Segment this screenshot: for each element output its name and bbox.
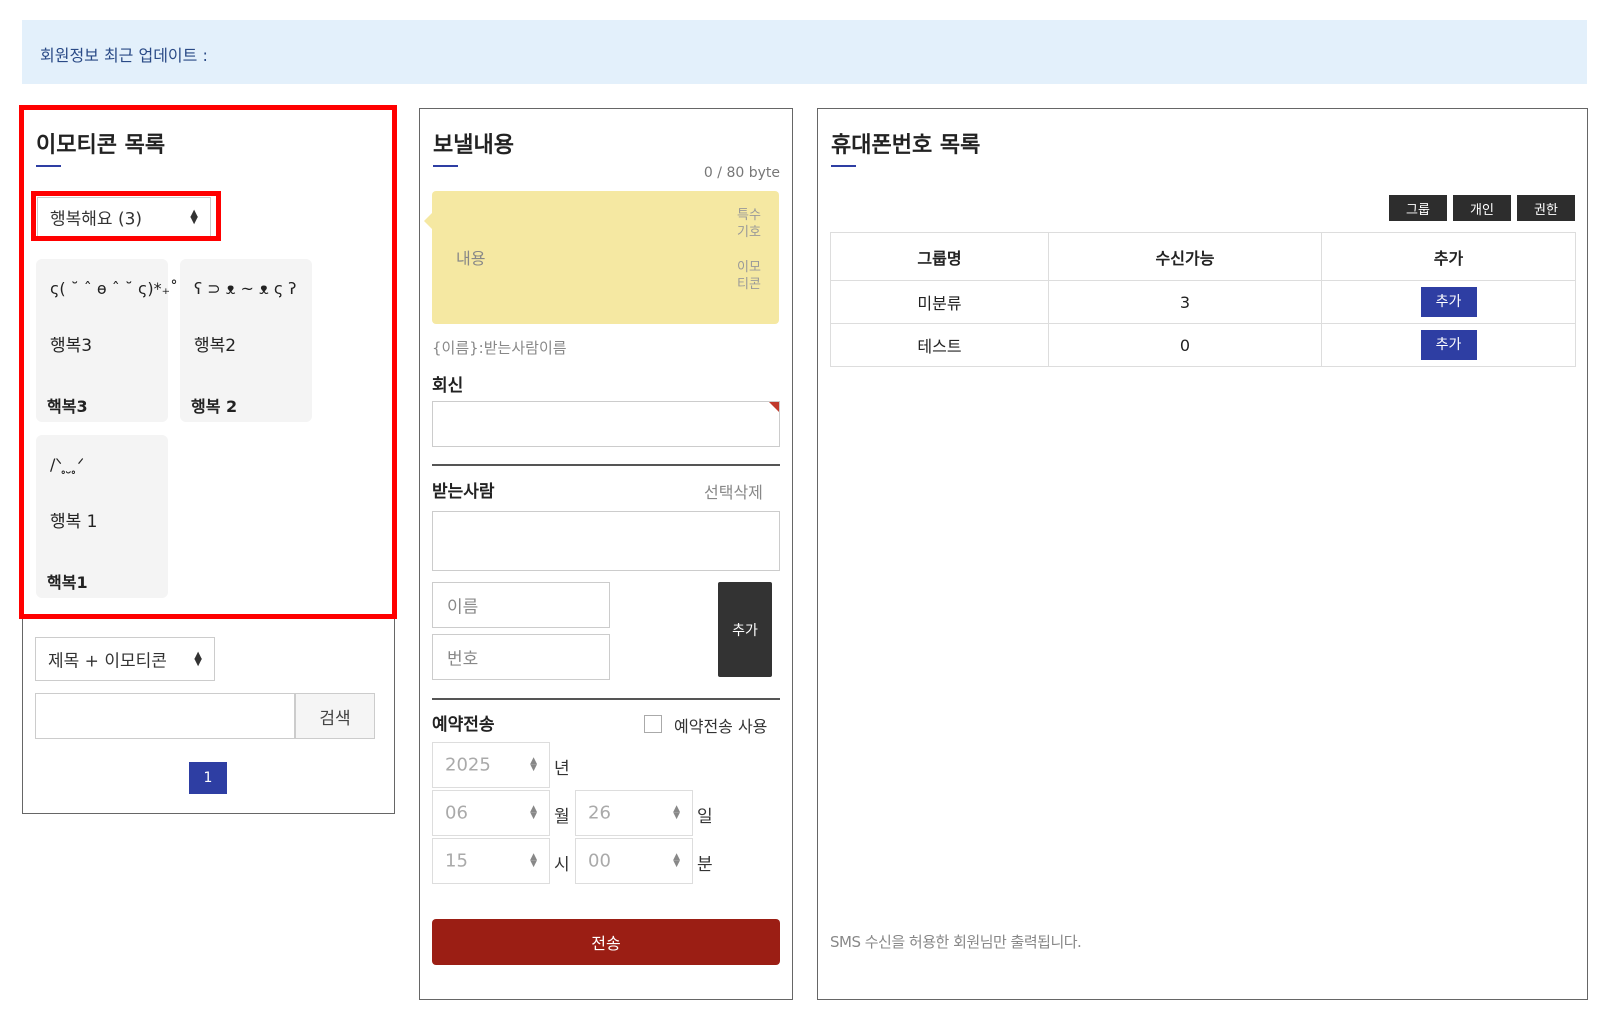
year-value: 2025	[445, 754, 491, 776]
category-select-value: 행복해요 (3)	[50, 209, 143, 230]
emoticon-link[interactable]: 이모 티콘	[735, 259, 763, 293]
required-marker	[769, 402, 779, 412]
month-select[interactable]: 06 ▲ ▼	[432, 790, 550, 836]
emoticon-card[interactable]: /ᐠ ̥ ̮ ̥ᐟ 행복 1 핵복1	[36, 435, 168, 598]
tab-group[interactable]: 그룹	[1389, 195, 1447, 221]
hour-value: 15	[445, 850, 468, 872]
count-cell: 3	[1048, 280, 1322, 324]
column-header: 수신가능	[1048, 232, 1322, 281]
section-divider	[432, 698, 780, 700]
reply-label: 회신	[432, 376, 464, 396]
select-arrows-icon: ▲ ▼	[530, 756, 537, 773]
add-group-button[interactable]: 추가	[1420, 330, 1477, 360]
emoticon-face: /ᐠ ̥ ̮ ̥ᐟ	[50, 455, 85, 474]
year-select[interactable]: 2025 ▲ ▼	[432, 742, 550, 788]
recipient-name-input[interactable]: 이름	[432, 582, 610, 628]
month-unit: 월	[554, 807, 570, 827]
emoticon-panel-title: 이모티콘 목록	[36, 133, 166, 158]
select-arrows-icon: ▲ ▼	[530, 804, 537, 821]
emoticon-name: 행복2	[194, 336, 237, 356]
phone-panel-title: 휴대폰번호 목록	[831, 133, 981, 158]
recipient-number-input[interactable]: 번호	[432, 634, 610, 680]
action-cell: 추가	[1321, 323, 1576, 367]
send-panel: 보낼내용 0 / 80 byte 내용 특수 기호 이모 티콘 {이름}:받는사…	[419, 108, 793, 1000]
emoticon-name: 행복3	[50, 336, 93, 356]
emoticon-face: ς( ˘ ˆ ɵ ˆ ˘ ς)*₊˚	[50, 279, 179, 298]
emoticon-card[interactable]: ʕ ⊃ ᴥ ~ ᴥ ς ʔ 행복2 행복 2	[180, 259, 312, 422]
day-value: 26	[588, 802, 611, 824]
notice-bar: 회원정보 최근 업데이트 :	[22, 20, 1587, 84]
search-input[interactable]	[35, 693, 295, 739]
recipient-name-placeholder: 이름	[447, 597, 479, 618]
tab-permission[interactable]: 권한	[1517, 195, 1575, 221]
emoticon-title: 핵복1	[47, 573, 88, 592]
title-underline	[433, 165, 458, 167]
add-group-button[interactable]: 추가	[1420, 287, 1477, 317]
special-chars-link[interactable]: 특수 기호	[735, 207, 763, 241]
reserve-label: 예약전송	[432, 715, 495, 735]
column-header: 추가	[1321, 232, 1576, 281]
emoticon-title: 핵복3	[47, 397, 88, 416]
count-cell: 0	[1048, 323, 1322, 367]
group-name-cell: 미분류	[830, 280, 1049, 324]
hour-select[interactable]: 15 ▲ ▼	[432, 838, 550, 884]
message-textarea[interactable]: 내용 특수 기호 이모 티콘	[424, 191, 779, 324]
page-number-button[interactable]: 1	[189, 762, 227, 794]
select-arrows-icon: ▲ ▼	[530, 852, 537, 869]
emoticon-card[interactable]: ς( ˘ ˆ ɵ ˆ ˘ ς)*₊˚ 행복3 핵복3	[36, 259, 178, 422]
select-arrows-icon: ▲ ▼	[194, 650, 202, 668]
search-mode-select[interactable]: 제목 + 이모티콘 ▲ ▼	[35, 637, 215, 681]
send-panel-title: 보낼내용	[433, 133, 514, 158]
recipient-label: 받는사람	[432, 482, 495, 502]
emoticon-panel: 이모티콘 목록 행복해요 (3) ▲ ▼ ς( ˘ ˆ ɵ ˆ ˘ ς)*₊˚ 행…	[22, 108, 395, 814]
emoticon-face: ʕ ⊃ ᴥ ~ ᴥ ς ʔ	[194, 279, 297, 298]
month-value: 06	[445, 802, 468, 824]
send-button[interactable]: 전송	[432, 919, 780, 965]
search-mode-value: 제목 + 이모티콘	[48, 651, 167, 672]
hour-unit: 시	[554, 855, 570, 875]
add-recipient-button[interactable]: 추가	[718, 582, 772, 677]
action-cell: 추가	[1321, 280, 1576, 324]
delete-selected-link[interactable]: 선택삭제	[704, 479, 763, 503]
table-row: 테스트 0 추가	[830, 323, 1576, 367]
group-name-cell: 테스트	[830, 323, 1049, 367]
recipient-list[interactable]	[432, 511, 780, 571]
category-select[interactable]: 행복해요 (3) ▲ ▼	[37, 197, 211, 237]
sms-consent-note: SMS 수신을 허용한 회원님만 출력됩니다.	[830, 933, 1082, 951]
column-header: 그룹명	[830, 232, 1049, 281]
message-placeholder: 내용	[456, 249, 486, 268]
tab-individual[interactable]: 개인	[1453, 195, 1511, 221]
select-arrows-icon: ▲ ▼	[190, 208, 198, 226]
day-unit: 일	[697, 807, 713, 827]
emoticon-name: 행복 1	[50, 512, 98, 532]
section-divider	[432, 464, 780, 466]
notice-text: 회원정보 최근 업데이트 :	[40, 46, 208, 65]
title-underline	[831, 165, 856, 167]
table-header-row: 그룹명 수신가능 추가	[830, 232, 1576, 281]
minute-unit: 분	[697, 855, 713, 875]
table-row: 미분류 3 추가	[830, 280, 1576, 324]
group-table: 그룹명 수신가능 추가 미분류 3 추가 테스트 0 추가	[830, 232, 1576, 367]
minute-value: 00	[588, 850, 611, 872]
phone-list-panel: 휴대폰번호 목록 그룹 개인 권한 그룹명 수신가능 추가 미분류 3 추가 테…	[817, 108, 1588, 1000]
select-arrows-icon: ▲ ▼	[673, 804, 680, 821]
search-button[interactable]: 검색	[295, 693, 375, 739]
year-unit: 년	[554, 759, 570, 779]
recipient-number-placeholder: 번호	[447, 649, 479, 670]
minute-select[interactable]: 00 ▲ ▼	[575, 838, 693, 884]
select-arrows-icon: ▲ ▼	[673, 852, 680, 869]
byte-counter: 0 / 80 byte	[703, 165, 780, 181]
name-token-hint: {이름}:받는사람이름	[432, 339, 567, 357]
reserve-checkbox[interactable]	[644, 715, 662, 733]
reply-input[interactable]	[432, 401, 780, 447]
emoticon-title: 행복 2	[191, 397, 238, 416]
title-underline	[36, 165, 61, 167]
reserve-checkbox-label[interactable]: 예약전송 사용	[674, 713, 767, 737]
day-select[interactable]: 26 ▲ ▼	[575, 790, 693, 836]
